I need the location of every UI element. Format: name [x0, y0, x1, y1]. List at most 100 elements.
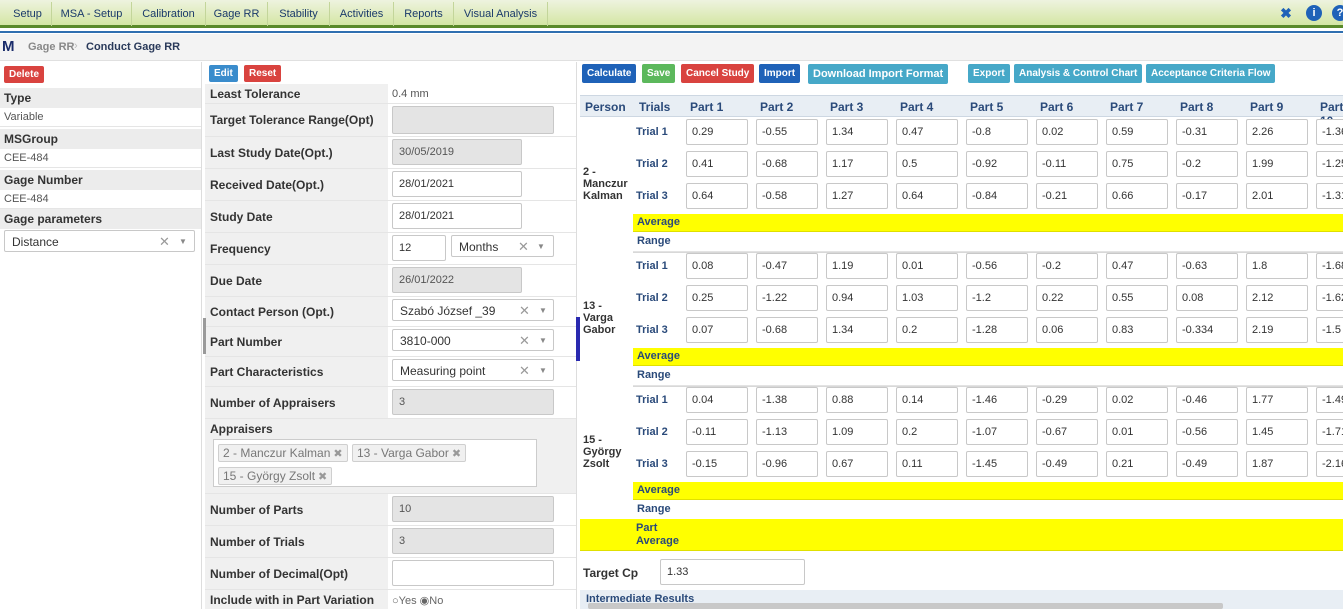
measurement-cell[interactable]: 1.45: [1246, 419, 1308, 445]
measurement-cell[interactable]: 1.99: [1246, 151, 1308, 177]
measurement-cell[interactable]: 0.88: [826, 387, 888, 413]
export-button[interactable]: Export: [968, 64, 1010, 83]
measurement-cell[interactable]: 0.67: [826, 451, 888, 477]
tab-visual-analysis[interactable]: Visual Analysis: [454, 2, 548, 26]
download-import-format-button[interactable]: Download Import Format: [808, 64, 949, 84]
measurement-cell[interactable]: 0.64: [686, 183, 748, 209]
tab-gage-rr[interactable]: Gage RR: [206, 2, 268, 26]
frequency-unit-select[interactable]: Months ✕ ▼: [451, 235, 554, 257]
measurement-cell[interactable]: -1.13: [756, 419, 818, 445]
measurement-cell[interactable]: -1.28: [966, 317, 1028, 343]
tab-stability[interactable]: Stability: [268, 2, 330, 26]
measurement-cell[interactable]: 0.08: [1176, 285, 1238, 311]
measurement-cell[interactable]: 0.94: [826, 285, 888, 311]
contact-person-select[interactable]: Szabó József _39 ✕ ▼: [392, 299, 554, 321]
measurement-cell[interactable]: 0.11: [896, 451, 958, 477]
pin-icon[interactable]: ✖: [1278, 5, 1294, 21]
measurement-cell[interactable]: 0.25: [686, 285, 748, 311]
measurement-cell[interactable]: -1.22: [756, 285, 818, 311]
horizontal-scrollbar[interactable]: [588, 603, 1223, 609]
acceptance-criteria-flow-button[interactable]: Acceptance Criteria Flow: [1146, 64, 1276, 83]
measurement-cell[interactable]: 1.87: [1246, 451, 1308, 477]
due-date-field[interactable]: 26/01/2022: [392, 267, 522, 293]
appraisers-tag-input[interactable]: 2 - Manczur Kalman ✖ 13 - Varga Gabor ✖ 15…: [213, 439, 537, 487]
chevron-down-icon[interactable]: ▼: [539, 366, 547, 375]
measurement-cell[interactable]: 0.14: [896, 387, 958, 413]
remove-tag-icon[interactable]: ✖: [452, 448, 461, 460]
tab-activities[interactable]: Activities: [330, 2, 394, 26]
measurement-cell[interactable]: -0.17: [1176, 183, 1238, 209]
measurement-cell[interactable]: 0.22: [1036, 285, 1098, 311]
measurement-cell[interactable]: -0.63: [1176, 253, 1238, 279]
received-date-field[interactable]: 28/01/2021: [392, 171, 522, 197]
measurement-cell[interactable]: -0.47: [756, 253, 818, 279]
measurement-cell[interactable]: 2.01: [1246, 183, 1308, 209]
help-icon[interactable]: ?: [1332, 5, 1343, 21]
measurement-cell[interactable]: 0.66: [1106, 183, 1168, 209]
measurement-cell[interactable]: -0.2: [1176, 151, 1238, 177]
measurement-cell[interactable]: -0.49: [1036, 451, 1098, 477]
chevron-down-icon[interactable]: ▼: [539, 336, 547, 345]
measurement-cell[interactable]: 2.19: [1246, 317, 1308, 343]
delete-button[interactable]: Delete: [4, 66, 45, 83]
no-radio-icon[interactable]: ◉: [420, 595, 430, 607]
num-decimal-field[interactable]: [392, 560, 554, 586]
breadcrumb-gage-rr[interactable]: Gage RR: [28, 41, 74, 53]
measurement-cell[interactable]: -0.21: [1036, 183, 1098, 209]
scroll-indicator[interactable]: [203, 318, 206, 354]
measurement-cell[interactable]: -1.46: [966, 387, 1028, 413]
part-characteristics-select[interactable]: Measuring point ✕ ▼: [392, 359, 554, 381]
chevron-down-icon[interactable]: ▼: [537, 242, 545, 251]
measurement-cell[interactable]: 0.06: [1036, 317, 1098, 343]
target-tolerance-field[interactable]: [392, 106, 554, 134]
measurement-cell[interactable]: -1.36: [1316, 119, 1343, 145]
measurement-cell[interactable]: 0.75: [1106, 151, 1168, 177]
info-icon[interactable]: i: [1306, 5, 1322, 21]
clear-icon[interactable]: ✕: [519, 363, 530, 379]
measurement-cell[interactable]: -0.56: [1176, 419, 1238, 445]
measurement-cell[interactable]: 1.17: [826, 151, 888, 177]
clear-icon[interactable]: ✕: [518, 239, 529, 255]
tab-reports[interactable]: Reports: [394, 2, 454, 26]
measurement-cell[interactable]: -1.5: [1316, 317, 1343, 343]
measurement-cell[interactable]: 0.04: [686, 387, 748, 413]
chevron-down-icon[interactable]: ▼: [539, 306, 547, 315]
measurement-cell[interactable]: 0.02: [1106, 387, 1168, 413]
measurement-cell[interactable]: -0.29: [1036, 387, 1098, 413]
measurement-cell[interactable]: 0.07: [686, 317, 748, 343]
measurement-cell[interactable]: 1.03: [896, 285, 958, 311]
measurement-cell[interactable]: 0.2: [896, 317, 958, 343]
edit-button[interactable]: Edit: [209, 65, 238, 82]
measurement-cell[interactable]: 0.41: [686, 151, 748, 177]
yes-radio-icon[interactable]: ○: [392, 595, 399, 607]
measurement-cell[interactable]: -0.56: [966, 253, 1028, 279]
gage-parameters-select[interactable]: Distance ✕ ▼: [4, 230, 195, 252]
measurement-cell[interactable]: -0.55: [756, 119, 818, 145]
chevron-down-icon[interactable]: ▼: [179, 237, 187, 246]
measurement-cell[interactable]: 0.64: [896, 183, 958, 209]
remove-tag-icon[interactable]: ✖: [333, 448, 342, 460]
measurement-cell[interactable]: 0.01: [896, 253, 958, 279]
measurement-cell[interactable]: 0.29: [686, 119, 748, 145]
measurement-cell[interactable]: -0.8: [966, 119, 1028, 145]
measurement-cell[interactable]: 1.77: [1246, 387, 1308, 413]
measurement-cell[interactable]: -0.67: [1036, 419, 1098, 445]
import-button[interactable]: Import: [759, 64, 801, 83]
measurement-cell[interactable]: -0.96: [756, 451, 818, 477]
measurement-cell[interactable]: 0.47: [896, 119, 958, 145]
num-appraisers-field[interactable]: 3: [392, 389, 554, 415]
calculate-button[interactable]: Calculate: [582, 64, 637, 83]
measurement-cell[interactable]: -0.84: [966, 183, 1028, 209]
clear-icon[interactable]: ✕: [519, 303, 530, 319]
measurement-cell[interactable]: -1.45: [966, 451, 1028, 477]
measurement-cell[interactable]: -0.334: [1176, 317, 1238, 343]
measurement-cell[interactable]: -0.2: [1036, 253, 1098, 279]
measurement-cell[interactable]: -1.38: [756, 387, 818, 413]
measurement-cell[interactable]: -0.68: [756, 317, 818, 343]
measurement-cell[interactable]: 0.08: [686, 253, 748, 279]
measurement-cell[interactable]: 0.55: [1106, 285, 1168, 311]
measurement-cell[interactable]: -1.2: [966, 285, 1028, 311]
measurement-cell[interactable]: 2.26: [1246, 119, 1308, 145]
measurement-cell[interactable]: -2.16: [1316, 451, 1343, 477]
measurement-cell[interactable]: 1.09: [826, 419, 888, 445]
